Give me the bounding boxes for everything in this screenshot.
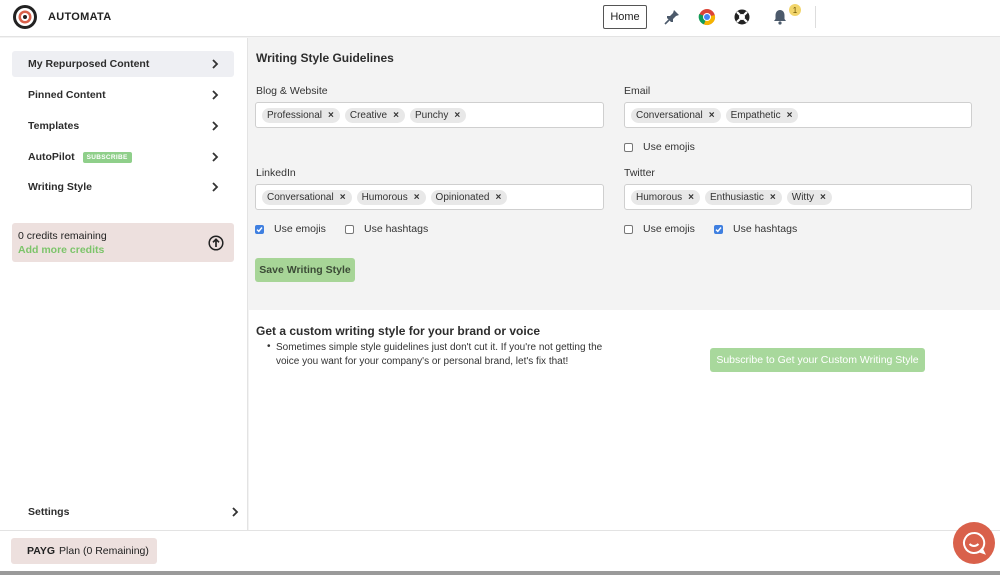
subscribe-badge: SUBSCRIBE <box>82 151 132 163</box>
checkbox-unchecked[interactable] <box>624 224 633 234</box>
linkedin-tag-input[interactable]: Conversational × Humorous × Opinionated × <box>255 184 604 210</box>
tag-chip: Creative × <box>344 107 405 123</box>
credits-remaining: 0 credits remaining <box>18 230 107 242</box>
home-button[interactable]: Home <box>603 5 647 29</box>
bell-icon[interactable] <box>771 8 789 26</box>
chat-support-button[interactable] <box>953 522 995 564</box>
twitter-use-emojis-checkbox[interactable]: Use emojis <box>624 223 695 235</box>
automata-logo-icon <box>13 5 37 29</box>
page-title: Writing Style Guidelines <box>256 51 394 65</box>
sidebar-item-label: My Repurposed Content <box>28 58 150 70</box>
blog-website-tag-input[interactable]: Professional × Creative × Punchy × <box>255 102 604 128</box>
checkbox-checked[interactable] <box>255 224 264 234</box>
brand-name: AUTOMATA <box>48 11 112 23</box>
payg-plan-button[interactable]: PAYG Plan (0 Remaining) <box>11 538 157 564</box>
sidebar-item-writing-style[interactable]: Writing Style <box>12 174 234 200</box>
lifebuoy-icon[interactable] <box>733 8 751 26</box>
tag-chip: Enthusiastic × <box>704 189 782 205</box>
arrow-up-circle-icon[interactable] <box>208 235 224 251</box>
tag-chip: Conversational × <box>631 107 721 123</box>
check-icon <box>715 226 722 232</box>
sidebar-item-autopilot[interactable]: AutoPilot SUBSCRIBE <box>12 144 234 170</box>
credits-panel: 0 credits remaining Add more credits <box>12 223 234 262</box>
remove-tag-icon[interactable]: × <box>454 110 460 121</box>
top-header: AUTOMATA Home 1 <box>0 0 1000 37</box>
sidebar-item-templates[interactable]: Templates <box>12 113 234 139</box>
tag-chip: Opinionated × <box>430 189 508 205</box>
subscribe-custom-style-button[interactable]: Subscribe to Get your Custom Writing Sty… <box>710 348 925 372</box>
twitter-tag-input[interactable]: Humorous × Enthusiastic × Witty × <box>624 184 972 210</box>
header-divider <box>815 6 816 28</box>
chevron-right-icon <box>212 182 219 192</box>
check-icon <box>256 226 263 232</box>
linkedin-label: LinkedIn <box>256 167 296 179</box>
tag-chip: Conversational × <box>262 189 352 205</box>
plan-name: PAYG <box>27 545 56 557</box>
remove-tag-icon[interactable]: × <box>495 192 501 203</box>
notification-badge: 1 <box>789 4 801 16</box>
sidebar: My Repurposed Content Pinned Content Tem… <box>0 38 248 530</box>
tag-chip: Professional × <box>262 107 340 123</box>
email-tag-input[interactable]: Conversational × Empathetic × <box>624 102 972 128</box>
tag-chip: Witty × <box>786 189 832 205</box>
email-use-emojis-checkbox[interactable]: Use emojis <box>624 141 695 153</box>
linkedin-use-hashtags-checkbox[interactable]: Use hashtags <box>345 223 428 235</box>
checkbox-unchecked[interactable] <box>345 224 354 234</box>
tag-chip: Humorous × <box>356 189 426 205</box>
blog-website-label: Blog & Website <box>256 85 328 97</box>
sidebar-item-my-repurposed-content[interactable]: My Repurposed Content <box>12 51 234 77</box>
pin-icon[interactable] <box>663 8 681 26</box>
sidebar-item-settings[interactable]: Settings <box>12 500 242 524</box>
window-bottom-edge <box>0 571 1000 575</box>
checkbox-checked[interactable] <box>714 224 723 234</box>
tag-chip: Empathetic × <box>725 107 799 123</box>
save-writing-style-button[interactable]: Save Writing Style <box>255 258 355 282</box>
remove-tag-icon[interactable]: × <box>414 192 420 203</box>
twitter-label: Twitter <box>624 167 655 179</box>
linkedin-use-emojis-checkbox[interactable]: Use emojis <box>255 223 326 235</box>
sidebar-item-label: Templates <box>28 120 80 132</box>
tag-chip: Punchy × <box>409 107 467 123</box>
chevron-right-icon <box>232 507 239 517</box>
chevron-right-icon <box>212 152 219 162</box>
chevron-right-icon <box>212 90 219 100</box>
twitter-use-hashtags-checkbox[interactable]: Use hashtags <box>714 223 797 235</box>
remove-tag-icon[interactable]: × <box>787 110 793 121</box>
add-credits-link[interactable]: Add more credits <box>18 244 104 256</box>
chevron-right-icon <box>212 121 219 131</box>
chevron-right-icon <box>212 59 219 69</box>
remove-tag-icon[interactable]: × <box>340 192 346 203</box>
plan-remaining: Plan (0 Remaining) <box>59 545 149 557</box>
remove-tag-icon[interactable]: × <box>393 110 399 121</box>
custom-style-title: Get a custom writing style for your bran… <box>256 324 541 338</box>
sidebar-item-pinned-content[interactable]: Pinned Content <box>12 82 234 108</box>
checkbox-unchecked[interactable] <box>624 142 633 152</box>
remove-tag-icon[interactable]: × <box>709 110 715 121</box>
remove-tag-icon[interactable]: × <box>820 192 826 203</box>
remove-tag-icon[interactable]: × <box>688 192 694 203</box>
chat-bubble-icon <box>963 531 986 555</box>
sidebar-item-label: Writing Style <box>28 181 92 193</box>
bullet-point: • <box>267 341 271 352</box>
footer-bar: PAYG Plan (0 Remaining) <box>0 530 1000 575</box>
remove-tag-icon[interactable]: × <box>328 110 334 121</box>
sidebar-item-label: AutoPilot <box>28 151 75 163</box>
sidebar-item-label: Pinned Content <box>28 89 106 101</box>
sidebar-item-label: Settings <box>28 506 70 518</box>
chrome-icon[interactable] <box>698 8 716 26</box>
remove-tag-icon[interactable]: × <box>770 192 776 203</box>
tag-chip: Humorous × <box>631 189 700 205</box>
email-label: Email <box>624 85 651 97</box>
custom-style-text: Sometimes simple style guidelines just d… <box>276 342 603 367</box>
